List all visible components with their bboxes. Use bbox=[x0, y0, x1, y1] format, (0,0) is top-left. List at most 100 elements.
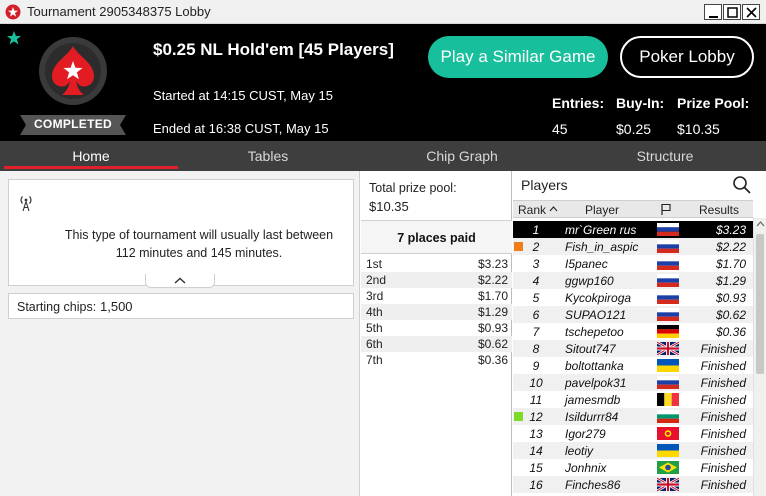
close-icon bbox=[746, 7, 757, 18]
player-result: Finished bbox=[700, 478, 746, 492]
player-row[interactable]: 3 I5panec $1.70 bbox=[513, 255, 753, 272]
country-flag-icon bbox=[657, 325, 679, 341]
player-name: pavelpok31 bbox=[565, 376, 627, 390]
pokerstars-spade-logo-icon bbox=[39, 37, 107, 105]
chevron-up-icon bbox=[174, 277, 186, 284]
entries-value: 45 bbox=[552, 121, 568, 137]
player-name: Kycokpiroga bbox=[565, 291, 632, 305]
player-row[interactable]: 12 Isildurrr84 Finished bbox=[513, 408, 753, 425]
players-scrollbar[interactable] bbox=[753, 218, 766, 496]
window-title: Tournament 2905348375 Lobby bbox=[27, 4, 211, 19]
player-name: ggwp160 bbox=[565, 274, 614, 288]
prize-row: 5th $0.93 bbox=[361, 320, 512, 336]
player-column-header[interactable]: Player bbox=[585, 203, 619, 217]
status-badge: COMPLETED bbox=[33, 117, 113, 131]
duration-info-line-2: 112 minutes and 145 minutes. bbox=[115, 246, 283, 260]
player-name: Sitout747 bbox=[565, 342, 616, 356]
player-note-marker[interactable] bbox=[514, 412, 523, 421]
prize-row: 2nd $2.22 bbox=[361, 272, 512, 288]
collapse-info-button[interactable] bbox=[145, 274, 215, 288]
player-rank: 14 bbox=[529, 444, 543, 458]
minimize-icon bbox=[709, 16, 718, 18]
search-icon[interactable] bbox=[732, 175, 752, 195]
rank-column-header[interactable]: Rank bbox=[518, 203, 546, 217]
player-rank: 4 bbox=[532, 274, 540, 288]
player-name: Igor279 bbox=[565, 427, 606, 441]
prize-place: 3rd bbox=[366, 289, 384, 303]
country-flag-icon bbox=[657, 240, 679, 256]
player-row[interactable]: 1 mr`Green rus $3.23 bbox=[513, 221, 753, 238]
prize-row: 4th $1.29 bbox=[361, 304, 512, 320]
player-rank: 15 bbox=[529, 461, 543, 475]
player-name: jamesmdb bbox=[565, 393, 621, 407]
player-row[interactable]: 15 Jonhnix Finished bbox=[513, 459, 753, 476]
players-title: Players bbox=[521, 177, 568, 193]
maximize-button[interactable] bbox=[723, 4, 741, 20]
player-row[interactable]: 4 ggwp160 $1.29 bbox=[513, 272, 753, 289]
scroll-thumb[interactable] bbox=[756, 234, 764, 374]
tab-chip-graph[interactable]: Chip Graph bbox=[375, 141, 549, 171]
prize-amount: $2.22 bbox=[477, 273, 508, 287]
prize-place: 7th bbox=[366, 353, 383, 367]
minimize-button[interactable] bbox=[704, 4, 722, 20]
player-row[interactable]: 14 leotiy Finished bbox=[513, 442, 753, 459]
player-row[interactable]: 9 boltottanka Finished bbox=[513, 357, 753, 374]
total-prize-pool-value: $10.35 bbox=[369, 199, 409, 214]
country-flag-icon bbox=[657, 461, 679, 477]
player-rank: 8 bbox=[532, 342, 540, 356]
end-time: Ended at 16:38 CUST, May 15 bbox=[153, 121, 329, 136]
player-result: $1.29 bbox=[715, 274, 746, 288]
prize-pool-value: $10.35 bbox=[677, 121, 720, 137]
tab-bar: Home Tables Chip Graph Structure bbox=[0, 141, 766, 171]
buyin-value: $0.25 bbox=[616, 121, 652, 137]
lobby-window: Tournament 2905348375 Lobby COMPLETED $0… bbox=[0, 0, 766, 496]
starting-chips-value: 1,500 bbox=[100, 299, 133, 314]
favorite-star-icon[interactable] bbox=[6, 30, 22, 46]
entries-label: Entries: bbox=[552, 95, 605, 111]
poker-lobby-button[interactable]: Poker Lobby bbox=[620, 36, 754, 78]
prize-amount: $3.23 bbox=[477, 257, 508, 271]
player-rank: 16 bbox=[529, 478, 543, 492]
start-time: Started at 14:15 CUST, May 15 bbox=[153, 88, 333, 103]
country-flag-icon bbox=[657, 308, 679, 324]
player-rank: 7 bbox=[532, 325, 540, 339]
tab-structure[interactable]: Structure bbox=[578, 141, 752, 171]
player-result: $2.22 bbox=[715, 240, 746, 254]
country-flag-icon bbox=[657, 359, 679, 375]
player-row[interactable]: 7 tschepetoo $0.36 bbox=[513, 323, 753, 340]
country-flag-icon bbox=[656, 340, 680, 358]
scroll-up-icon[interactable] bbox=[756, 220, 765, 228]
player-name: leotiy bbox=[565, 444, 594, 458]
player-row[interactable]: 2 Fish_in_aspic $2.22 bbox=[513, 238, 753, 255]
maximize-icon bbox=[727, 7, 738, 18]
game-title: $0.25 NL Hold'em [45 Players] bbox=[153, 40, 394, 59]
prize-row: 1st $3.23 bbox=[361, 256, 512, 272]
player-rank: 2 bbox=[532, 240, 540, 254]
duration-info-line-1: This type of tournament will usually las… bbox=[64, 228, 334, 242]
places-paid-header: 7 places paid bbox=[361, 221, 512, 254]
close-button[interactable] bbox=[742, 4, 760, 20]
player-row[interactable]: 13 Igor279 Finished bbox=[513, 425, 753, 442]
results-column-header[interactable]: Results bbox=[699, 203, 739, 217]
player-row[interactable]: 6 SUPAO121 $0.62 bbox=[513, 306, 753, 323]
player-name: Fish_in_aspic bbox=[565, 240, 639, 254]
play-similar-game-button[interactable]: Play a Similar Game bbox=[428, 36, 608, 78]
prize-amount: $0.62 bbox=[477, 337, 508, 351]
active-tab-indicator bbox=[4, 166, 178, 169]
country-flag-column-icon[interactable] bbox=[660, 203, 672, 216]
player-result: Finished bbox=[700, 393, 746, 407]
player-name: Jonhnix bbox=[565, 461, 607, 475]
player-note-marker[interactable] bbox=[514, 242, 523, 251]
country-flag-icon bbox=[657, 427, 679, 443]
player-row[interactable]: 16 Finches86 Finished bbox=[513, 476, 753, 493]
player-row[interactable]: 11 jamesmdb Finished bbox=[513, 391, 753, 408]
player-row[interactable]: 8 Sitout747 Finished bbox=[513, 340, 753, 357]
player-result: $1.70 bbox=[715, 257, 746, 271]
player-row[interactable]: 5 Kycokpiroga $0.93 bbox=[513, 289, 753, 306]
player-rank: 12 bbox=[529, 410, 543, 424]
prize-panel: Total prize pool: $10.35 7 places paid 1… bbox=[361, 171, 512, 496]
player-row[interactable]: 10 pavelpok31 Finished bbox=[513, 374, 753, 391]
player-rank: 6 bbox=[532, 308, 540, 322]
broadcast-antenna-icon bbox=[20, 196, 32, 212]
tab-tables[interactable]: Tables bbox=[181, 141, 355, 171]
